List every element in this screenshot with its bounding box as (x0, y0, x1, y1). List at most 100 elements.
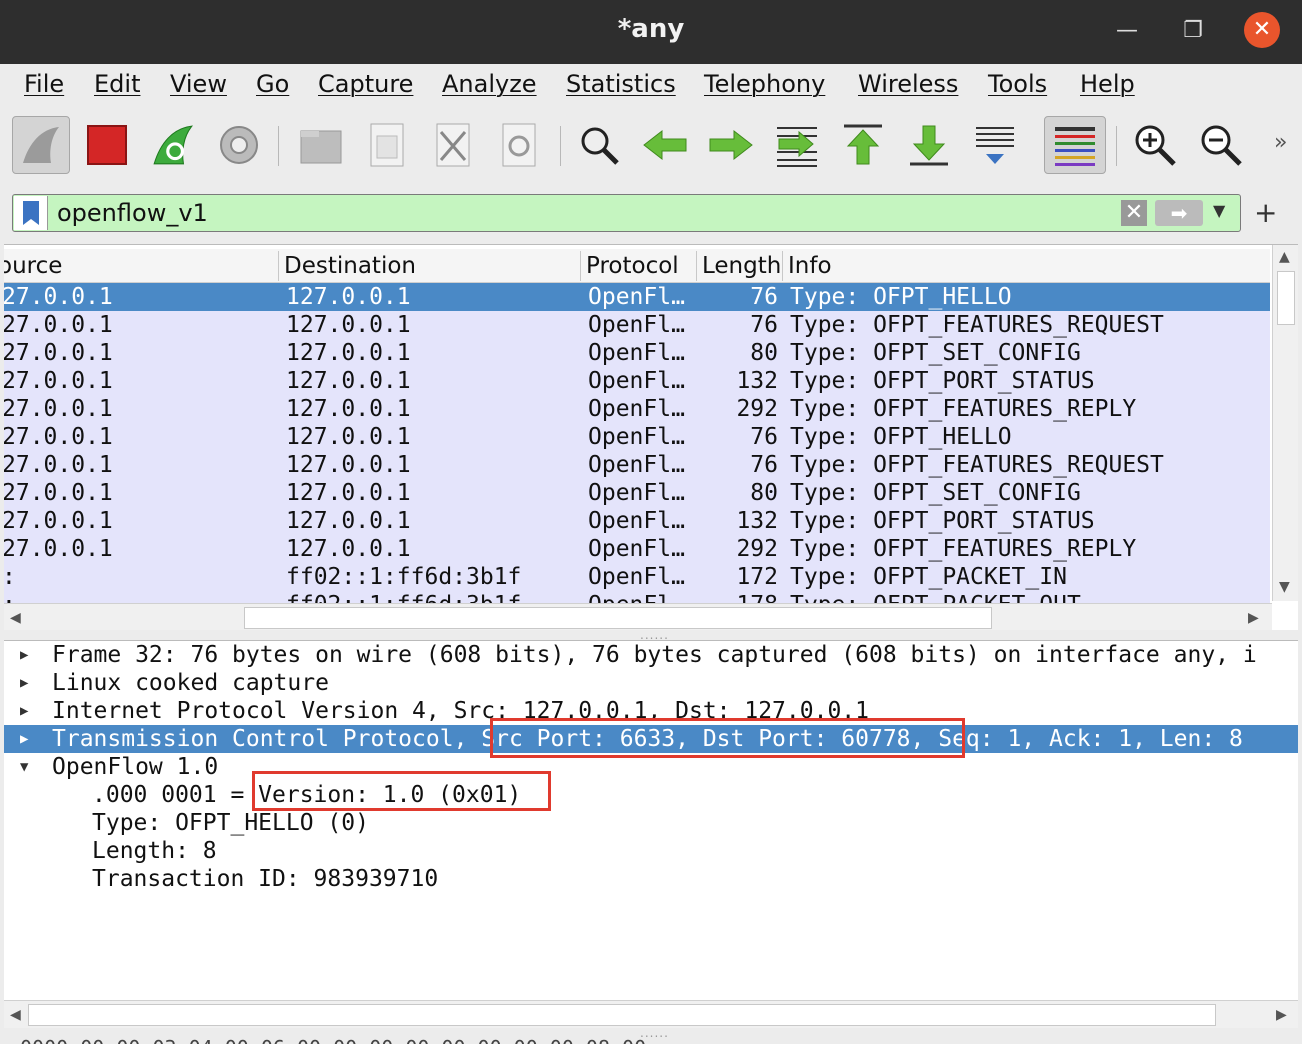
toolbar-overflow-icon[interactable]: » (1274, 130, 1287, 155)
restart-capture-icon[interactable] (144, 116, 202, 174)
table-row[interactable]: 27.0.0.1 127.0.0.1 OpenFl… 132 Type: OFPT_PO… (4, 367, 1270, 395)
zoom-in-icon[interactable] (1126, 116, 1184, 174)
display-filter-input[interactable]: openflow_v1 (57, 199, 208, 227)
table-row[interactable]: 27.0.0.1 127.0.0.1 OpenFl… 80 Type: OFPT_SET… (4, 339, 1270, 367)
menu-edit[interactable]: Edit (94, 70, 140, 98)
close-file-icon[interactable] (424, 116, 482, 174)
cell-proto: OpenFl… (588, 424, 685, 450)
table-row[interactable]: 27.0.0.1 127.0.0.1 OpenFl… 76 Type: OFPT_HEL… (4, 423, 1270, 451)
menu-capture[interactable]: Capture (318, 70, 413, 98)
autoscroll-icon[interactable] (966, 116, 1024, 174)
cell-proto: OpenFl… (588, 368, 685, 394)
clear-filter-icon[interactable]: ✕ (1121, 200, 1147, 226)
cell-dst: 127.0.0.1 (286, 340, 411, 366)
apply-filter-icon[interactable]: ➡ (1155, 200, 1203, 226)
find-packet-icon[interactable] (570, 116, 628, 174)
cell-info: Type: OFPT_HELLO (790, 284, 1012, 310)
packet-bytes-preview: 0000 00 00 03 04 00 06 00 00 00 00 00 00… (20, 1036, 646, 1044)
column-destination[interactable]: Destination (284, 253, 574, 279)
menu-go[interactable]: Go (256, 70, 289, 98)
open-file-icon[interactable] (292, 116, 350, 174)
tree-item-linux-cooked[interactable]: ▶ Linux cooked capture (4, 669, 1298, 697)
table-row[interactable]: 27.0.0.1 127.0.0.1 OpenFl… 76 Type: OFPT_HEL… (4, 283, 1270, 311)
go-back-icon[interactable] (636, 116, 694, 174)
tree-item-version[interactable]: .000 0001 = Version: 1.0 (0x01) (4, 781, 1298, 809)
filter-history-dropdown-icon[interactable]: ▼ (1213, 201, 1225, 220)
save-file-icon[interactable] (358, 116, 416, 174)
cell-src: 27.0.0.1 (4, 340, 113, 366)
scroll-left-icon[interactable]: ◀ (10, 1007, 21, 1023)
packet-list-header: ource Destination Protocol Length Info (4, 249, 1270, 283)
cell-len: 172 (736, 564, 778, 590)
scroll-right-icon[interactable]: ▶ (1276, 1007, 1287, 1023)
table-row[interactable]: : ff02::1:ff6d:3b1f OpenFl… 172 Type: OFPT_P… (4, 563, 1270, 591)
cell-len: 76 (750, 424, 778, 450)
highlight-version-box (252, 771, 551, 811)
collapse-arrow-icon[interactable]: ▼ (20, 753, 28, 781)
packet-list-vertical-scrollbar[interactable]: ▲ ▼ (1272, 245, 1298, 601)
tree-item-length[interactable]: Length: 8 (4, 837, 1298, 865)
cell-dst: 127.0.0.1 (286, 536, 411, 562)
table-row[interactable]: 27.0.0.1 127.0.0.1 OpenFl… 80 Type: OFPT_SET… (4, 479, 1270, 507)
scrollbar-thumb[interactable] (244, 607, 992, 629)
stop-capture-icon[interactable] (78, 116, 136, 174)
details-horizontal-scrollbar[interactable]: ◀ ▶ (4, 1000, 1298, 1028)
menu-wireless[interactable]: Wireless (858, 70, 958, 98)
column-info[interactable]: Info (788, 253, 1258, 279)
scroll-right-icon[interactable]: ▶ (1248, 610, 1259, 626)
cell-dst: 127.0.0.1 (286, 368, 411, 394)
scroll-up-icon[interactable]: ▲ (1279, 249, 1290, 265)
window-title: *any (617, 14, 685, 44)
menu-help[interactable]: Help (1080, 70, 1135, 98)
scroll-down-icon[interactable]: ▼ (1279, 579, 1290, 595)
minimize-icon[interactable]: — (1110, 14, 1144, 48)
table-row[interactable]: 27.0.0.1 127.0.0.1 OpenFl… 76 Type: OFPT_FEA… (4, 451, 1270, 479)
cell-dst: ff02::1:ff6d:3b1f (286, 564, 522, 590)
menu-file[interactable]: File (24, 70, 64, 98)
cell-src: 27.0.0.1 (4, 536, 113, 562)
scroll-left-icon[interactable]: ◀ (10, 610, 21, 626)
go-to-packet-icon[interactable] (768, 116, 826, 174)
tree-item-type[interactable]: Type: OFPT_HELLO (0) (4, 809, 1298, 837)
expand-arrow-icon[interactable]: ▶ (20, 669, 28, 697)
capture-options-icon[interactable] (210, 116, 268, 174)
add-filter-button-icon[interactable]: + (1254, 196, 1277, 229)
tree-item-transaction-id[interactable]: Transaction ID: 983939710 (4, 865, 1298, 893)
menu-statistics[interactable]: Statistics (566, 70, 676, 98)
cell-proto: OpenFl… (588, 452, 685, 478)
table-row[interactable]: 27.0.0.1 127.0.0.1 OpenFl… 292 Type: OFPT_FE… (4, 535, 1270, 563)
expand-arrow-icon[interactable]: ▶ (20, 641, 28, 669)
cell-proto: OpenFl… (588, 536, 685, 562)
zoom-out-icon[interactable] (1192, 116, 1250, 174)
tree-item-frame[interactable]: ▶ Frame 32: 76 bytes on wire (608 bits),… (4, 641, 1298, 669)
menu-view[interactable]: View (170, 70, 227, 98)
cell-len: 76 (750, 452, 778, 478)
maximize-icon[interactable]: ❐ (1176, 14, 1210, 48)
reload-file-icon[interactable] (490, 116, 548, 174)
column-length[interactable]: Length (702, 253, 780, 279)
shark-fin-start-icon[interactable] (12, 116, 70, 174)
close-icon[interactable]: ✕ (1244, 12, 1280, 48)
scrollbar-thumb[interactable] (1277, 271, 1295, 325)
first-packet-icon[interactable] (834, 116, 892, 174)
table-row[interactable]: 27.0.0.1 127.0.0.1 OpenFl… 292 Type: OFPT_FE… (4, 395, 1270, 423)
menu-analyze[interactable]: Analyze (442, 70, 537, 98)
highlight-ports-box (490, 718, 965, 758)
menu-telephony[interactable]: Telephony (704, 70, 825, 98)
last-packet-icon[interactable] (900, 116, 958, 174)
expand-arrow-icon[interactable]: ▶ (20, 725, 28, 753)
display-filter-bar: openflow_v1 ✕ ➡ ▼ (12, 194, 1241, 232)
scrollbar-thumb[interactable] (28, 1004, 1216, 1026)
colorize-icon[interactable] (1044, 116, 1106, 174)
table-row[interactable]: 27.0.0.1 127.0.0.1 OpenFl… 76 Type: OFPT_FEA… (4, 311, 1270, 339)
table-row[interactable]: 27.0.0.1 127.0.0.1 OpenFl… 132 Type: OFPT_PO… (4, 507, 1270, 535)
packet-list-horizontal-scrollbar[interactable]: ◀ ▶ (4, 603, 1272, 630)
bookmark-icon[interactable] (14, 196, 48, 230)
expand-arrow-icon[interactable]: ▶ (20, 697, 28, 725)
go-forward-icon[interactable] (702, 116, 760, 174)
cell-src: 27.0.0.1 (4, 396, 113, 422)
column-protocol[interactable]: Protocol (586, 253, 690, 279)
column-source[interactable]: ource (4, 253, 268, 279)
menu-tools[interactable]: Tools (988, 70, 1047, 98)
cell-proto: OpenFl… (588, 340, 685, 366)
